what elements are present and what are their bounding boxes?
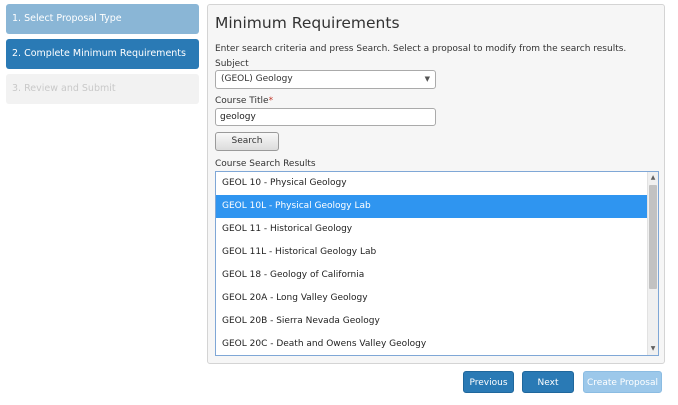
result-item-geol-20a[interactable]: GEOL 20A - Long Valley Geology <box>216 287 648 310</box>
result-item-geol-10[interactable]: GEOL 10 - Physical Geology <box>216 172 648 195</box>
chevron-down-icon: ▼ <box>424 75 430 83</box>
result-item-geol-18[interactable]: GEOL 18 - Geology of California <box>216 264 648 287</box>
next-button[interactable]: Next <box>522 371 574 393</box>
create-proposal-button: Create Proposal <box>583 371 662 393</box>
wizard-step-select-proposal-type[interactable]: 1. Select Proposal Type <box>6 4 199 34</box>
course-title-input[interactable] <box>215 108 436 126</box>
scroll-down-arrow-icon[interactable]: ▼ <box>648 344 658 354</box>
course-title-label: Course Title* <box>215 96 273 106</box>
required-marker: * <box>268 96 274 106</box>
subject-label: Subject <box>215 59 249 69</box>
result-item-geol-20c[interactable]: GEOL 20C - Death and Owens Valley Geolog… <box>216 333 648 355</box>
wizard-step-review-and-submit: 3. Review and Submit <box>6 74 199 104</box>
result-item-geol-10l[interactable]: GEOL 10L - Physical Geology Lab <box>216 195 648 218</box>
subject-select[interactable]: (GEOL) Geology ▼ <box>215 70 436 89</box>
minimum-requirements-panel: Minimum Requirements Enter search criter… <box>207 4 665 364</box>
page-title: Minimum Requirements <box>215 14 400 32</box>
instructions-text: Enter search criteria and press Search. … <box>215 44 627 54</box>
course-title-label-text: Course Title <box>215 96 269 106</box>
wizard-steps: 1. Select Proposal Type 2. Complete Mini… <box>6 4 199 109</box>
scrollbar-thumb[interactable] <box>649 185 657 289</box>
previous-button[interactable]: Previous <box>463 371 514 393</box>
result-item-geol-11l[interactable]: GEOL 11L - Historical Geology Lab <box>216 241 648 264</box>
course-search-results-label: Course Search Results <box>215 159 316 169</box>
wizard-step-complete-minimum-requirements[interactable]: 2. Complete Minimum Requirements <box>6 39 199 69</box>
result-item-geol-11[interactable]: GEOL 11 - Historical Geology <box>216 218 648 241</box>
result-item-geol-20b[interactable]: GEOL 20B - Sierra Nevada Geology <box>216 310 648 333</box>
subject-select-value: (GEOL) Geology <box>221 74 293 84</box>
results-scrollbar[interactable]: ▲ ▼ <box>647 172 658 355</box>
scroll-up-arrow-icon[interactable]: ▲ <box>648 173 658 183</box>
course-search-results-list[interactable]: GEOL 10 - Physical Geology GEOL 10L - Ph… <box>215 171 659 356</box>
search-button[interactable]: Search <box>215 132 279 151</box>
